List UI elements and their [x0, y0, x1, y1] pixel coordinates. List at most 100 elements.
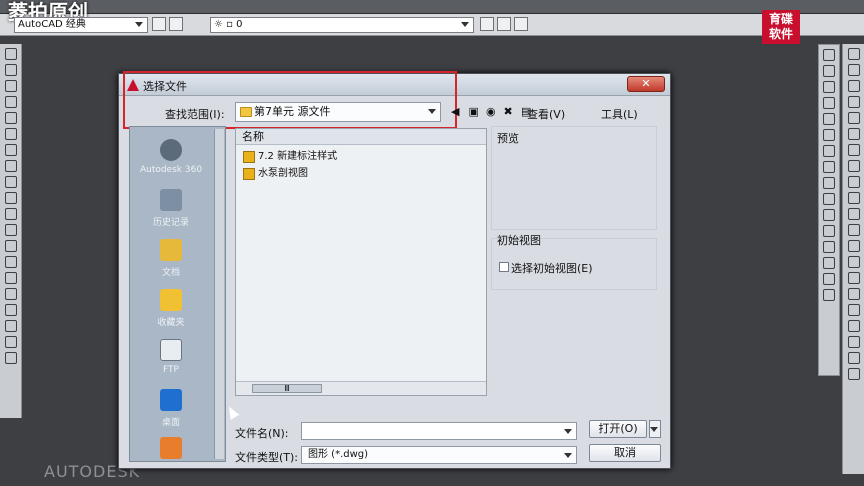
point-icon[interactable] — [4, 256, 17, 268]
desktop-icon — [160, 389, 182, 411]
open-button[interactable]: 打开(O) — [589, 420, 647, 438]
file-name-input[interactable] — [301, 422, 577, 440]
mirror-icon[interactable] — [823, 81, 835, 93]
scale-icon[interactable] — [823, 161, 835, 173]
diameter-icon[interactable] — [847, 144, 860, 156]
copy-icon[interactable] — [823, 65, 835, 77]
text-icon[interactable] — [4, 336, 17, 348]
place-buzzsaw[interactable] — [130, 437, 212, 463]
place-label: FTP — [163, 365, 179, 375]
up-folder-icon[interactable]: ▣ — [469, 105, 483, 119]
initial-view-label: 初始视图 — [497, 234, 541, 247]
arc-length-icon[interactable] — [847, 80, 860, 92]
initial-view-checkbox[interactable] — [499, 262, 509, 272]
erase-icon[interactable] — [823, 49, 835, 61]
open-options-button[interactable] — [649, 420, 661, 438]
dim-edit-icon[interactable] — [847, 320, 860, 332]
file-row[interactable]: 水泵剖视图 — [240, 166, 482, 182]
dim-style-icon[interactable] — [847, 368, 860, 380]
place-history[interactable]: 历史记录 — [130, 189, 212, 228]
cancel-button[interactable]: 取消 — [589, 444, 661, 462]
gear-icon[interactable] — [152, 17, 166, 31]
quick-dim-icon[interactable] — [847, 176, 860, 188]
move-icon[interactable] — [823, 129, 835, 141]
jogged-icon[interactable] — [847, 128, 860, 140]
table-icon[interactable] — [4, 320, 17, 332]
break-dim-icon[interactable] — [847, 240, 860, 252]
spline-icon[interactable] — [4, 176, 17, 188]
settings-icon[interactable] — [169, 17, 183, 31]
layer-icon[interactable] — [480, 17, 494, 31]
break-icon[interactable] — [823, 225, 835, 237]
watermark-line1: 育碟 — [768, 12, 793, 26]
continue-icon[interactable] — [847, 208, 860, 220]
layer-state-icon[interactable] — [497, 17, 511, 31]
arc-icon[interactable] — [4, 128, 17, 140]
modify-toolbar — [818, 44, 840, 376]
file-type-label: 文件类型(T): — [235, 451, 299, 464]
polygon-icon[interactable] — [4, 96, 17, 108]
line-icon[interactable] — [4, 48, 17, 60]
make-block-icon[interactable] — [4, 240, 17, 252]
offset-icon[interactable] — [823, 97, 835, 109]
places-scrollbar[interactable] — [214, 129, 224, 459]
baseline-icon[interactable] — [847, 192, 860, 204]
view-menu[interactable]: 查看(V) — [527, 106, 565, 122]
place-favorites[interactable]: 收藏夹 — [130, 289, 212, 328]
hatch-icon[interactable] — [4, 272, 17, 284]
add-selected-icon[interactable] — [4, 352, 17, 364]
explode-icon[interactable] — [823, 289, 835, 301]
angular-icon[interactable] — [847, 160, 860, 172]
linear-dim-icon[interactable] — [847, 48, 860, 60]
ellipse-arc-icon[interactable] — [4, 208, 17, 220]
layer-prev-icon[interactable] — [514, 17, 528, 31]
radius-icon[interactable] — [847, 112, 860, 124]
scroll-thumb[interactable]: Ⅲ — [252, 384, 322, 393]
trim-icon[interactable] — [823, 193, 835, 205]
region-icon[interactable] — [4, 304, 17, 316]
join-icon[interactable] — [823, 241, 835, 253]
dim-text-edit-icon[interactable] — [847, 336, 860, 348]
revision-cloud-icon[interactable] — [4, 160, 17, 172]
search-web-icon[interactable]: ◉ — [486, 105, 500, 119]
tolerance-icon[interactable] — [847, 256, 860, 268]
array-icon[interactable] — [823, 113, 835, 125]
ordinate-icon[interactable] — [847, 96, 860, 108]
aligned-dim-icon[interactable] — [847, 64, 860, 76]
file-row[interactable]: 7.2 新建标注样式 — [240, 149, 482, 165]
rectangle-icon[interactable] — [4, 112, 17, 124]
workspace-select[interactable]: AutoCAD 经典 — [14, 17, 148, 33]
fillet-icon[interactable] — [823, 273, 835, 285]
inspect-icon[interactable] — [847, 288, 860, 300]
place-label: Autodesk 360 — [139, 165, 203, 175]
name-column-header[interactable]: 名称 — [236, 129, 486, 145]
center-mark-icon[interactable] — [847, 272, 860, 284]
extend-icon[interactable] — [823, 209, 835, 221]
rotate-icon[interactable] — [823, 145, 835, 157]
construction-line-icon[interactable] — [4, 64, 17, 76]
circle-icon[interactable] — [4, 144, 17, 156]
mouse-cursor-icon — [224, 404, 240, 420]
place-desktop[interactable]: 桌面 — [130, 389, 212, 428]
polyline-icon[interactable] — [4, 80, 17, 92]
initial-view-checkbox-label[interactable]: 选择初始视图(E) — [511, 260, 593, 276]
place-autodesk360[interactable]: Autodesk 360 — [130, 139, 212, 175]
layer-select[interactable]: ☼ ▫ 0 — [210, 17, 474, 33]
place-ftp[interactable]: FTP — [130, 339, 212, 375]
insert-block-icon[interactable] — [4, 224, 17, 236]
stretch-icon[interactable] — [823, 177, 835, 189]
chamfer-icon[interactable] — [823, 257, 835, 269]
tools-menu[interactable]: 工具(L) — [601, 106, 638, 122]
file-type-select[interactable]: 图形 (*.dwg) — [301, 446, 577, 464]
gradient-icon[interactable] — [4, 288, 17, 300]
space-icon[interactable] — [847, 224, 860, 236]
jogged-linear-icon[interactable] — [847, 304, 860, 316]
ellipse-icon[interactable] — [4, 192, 17, 204]
place-documents[interactable]: 文档 — [130, 239, 212, 278]
close-button[interactable]: ✕ — [627, 76, 665, 92]
horizontal-scrollbar[interactable]: Ⅲ — [236, 381, 486, 395]
back-icon[interactable]: ◀ — [451, 105, 465, 119]
dim-update-icon[interactable] — [847, 352, 860, 364]
look-in-select[interactable]: 第7单元 源文件 — [235, 102, 441, 122]
delete-icon[interactable]: ✖ — [504, 105, 518, 119]
